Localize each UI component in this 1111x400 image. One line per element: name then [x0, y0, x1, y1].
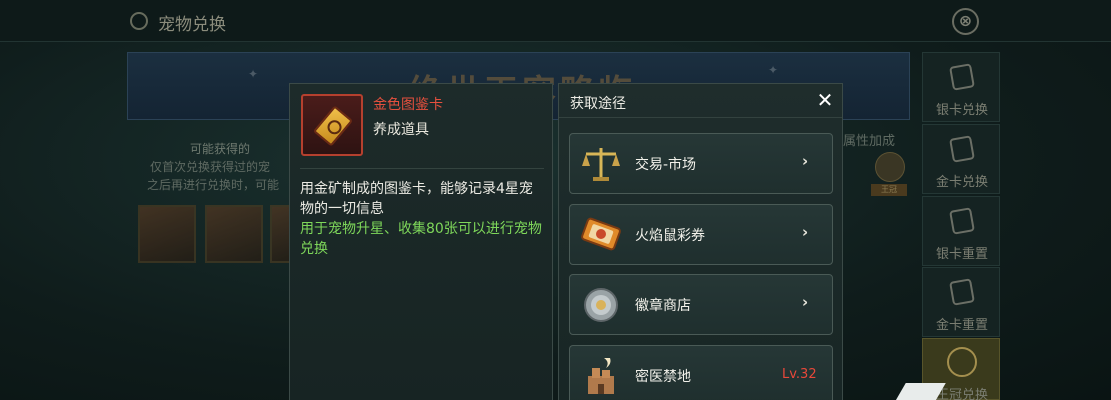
route-item-market[interactable]: 交易-市场 › — [569, 133, 833, 194]
route-label: 交易-市场 — [635, 157, 697, 173]
top-bar: 宠物兑换 ⊗ — [0, 0, 1111, 42]
crown-icon — [947, 347, 977, 377]
route-title: 获取途径 — [570, 96, 626, 112]
chevron-right-icon: › — [802, 152, 809, 170]
route-label: 密医禁地 — [635, 369, 691, 385]
pet-exchange-icon — [130, 12, 148, 30]
item-description: 用金矿制成的图鉴卡，能够记录4星宠物的一切信息 — [300, 181, 533, 217]
route-item-forbidden-land[interactable]: 密医禁地 Lv.32 — [569, 345, 833, 400]
chevron-right-icon: › — [802, 293, 809, 311]
divider — [300, 168, 544, 169]
gold-reset-icon — [949, 278, 975, 306]
info-line: 之后再进行兑换时，可能 — [147, 178, 280, 192]
possible-rewards-info: 可能获得的 仅首次兑换获得过的宠 之后再进行兑换时，可能 — [147, 140, 280, 194]
route-header: 获取途径 ✕ — [559, 84, 842, 118]
close-page-button[interactable]: ⊗ — [952, 8, 979, 35]
level-requirement: Lv.32 — [782, 367, 817, 382]
possible-rewards-heading: 可能获得的 — [190, 142, 251, 156]
item-detail-panel: 金色图鉴卡 养成道具 用金矿制成的图鉴卡，能够记录4星宠物的一切信息 用于宠物升… — [289, 83, 553, 400]
tab-label: 银卡重置 — [935, 247, 988, 262]
route-item-fire-mouse-lottery[interactable]: 火焰鼠彩券 › — [569, 204, 833, 265]
lottery-ticket-icon — [581, 217, 621, 251]
silver-reset-icon — [949, 207, 975, 235]
item-usage: 用于宠物升星、收集80张可以进行宠物兑换 — [300, 221, 542, 257]
item-type: 养成道具 — [373, 122, 429, 138]
route-label: 徽章商店 — [635, 298, 691, 314]
scale-icon — [582, 148, 620, 181]
item-icon-frame — [301, 94, 363, 156]
castle-icon — [588, 358, 614, 394]
tab-gold-card-reset[interactable]: 金卡重置 — [922, 267, 1000, 337]
star-icon: ✦ — [768, 63, 779, 77]
gold-card-icon — [312, 105, 354, 147]
chevron-right-icon: › — [802, 223, 809, 241]
close-icon[interactable]: ✕ — [814, 89, 836, 111]
attribute-bonus-label: 属性加成 — [843, 134, 896, 149]
item-name: 金色图鉴卡 — [373, 97, 443, 113]
tab-label: 金卡重置 — [935, 318, 988, 333]
route-item-badge-shop[interactable]: 徽章商店 › — [569, 274, 833, 335]
crown-tag: 王冠 — [871, 184, 907, 196]
star-icon: ✦ — [248, 67, 259, 81]
badge-coin-icon — [584, 288, 618, 322]
tab-gold-card-exchange[interactable]: 金卡兑换 — [922, 124, 1000, 194]
page-title: 宠物兑换 — [158, 15, 226, 35]
tab-silver-card-reset[interactable]: 银卡重置 — [922, 196, 1000, 266]
acquire-route-panel: 获取途径 ✕ 交易-市场 › 火焰鼠彩券 › 徽章商店 › 密医禁地 Lv.32 — [558, 83, 843, 400]
tab-label: 金卡兑换 — [935, 175, 988, 190]
tab-label: 银卡兑换 — [935, 103, 988, 118]
pet-thumbnail[interactable] — [205, 205, 263, 263]
gold-card-icon — [949, 135, 975, 163]
info-line: 仅首次兑换获得过的宠 — [150, 160, 271, 174]
pet-thumbnail[interactable] — [138, 205, 196, 263]
route-label: 火焰鼠彩券 — [635, 228, 705, 244]
crown-icon — [875, 152, 905, 182]
silver-card-icon — [949, 63, 975, 91]
tab-silver-card-exchange[interactable]: 银卡兑换 — [922, 52, 1000, 122]
